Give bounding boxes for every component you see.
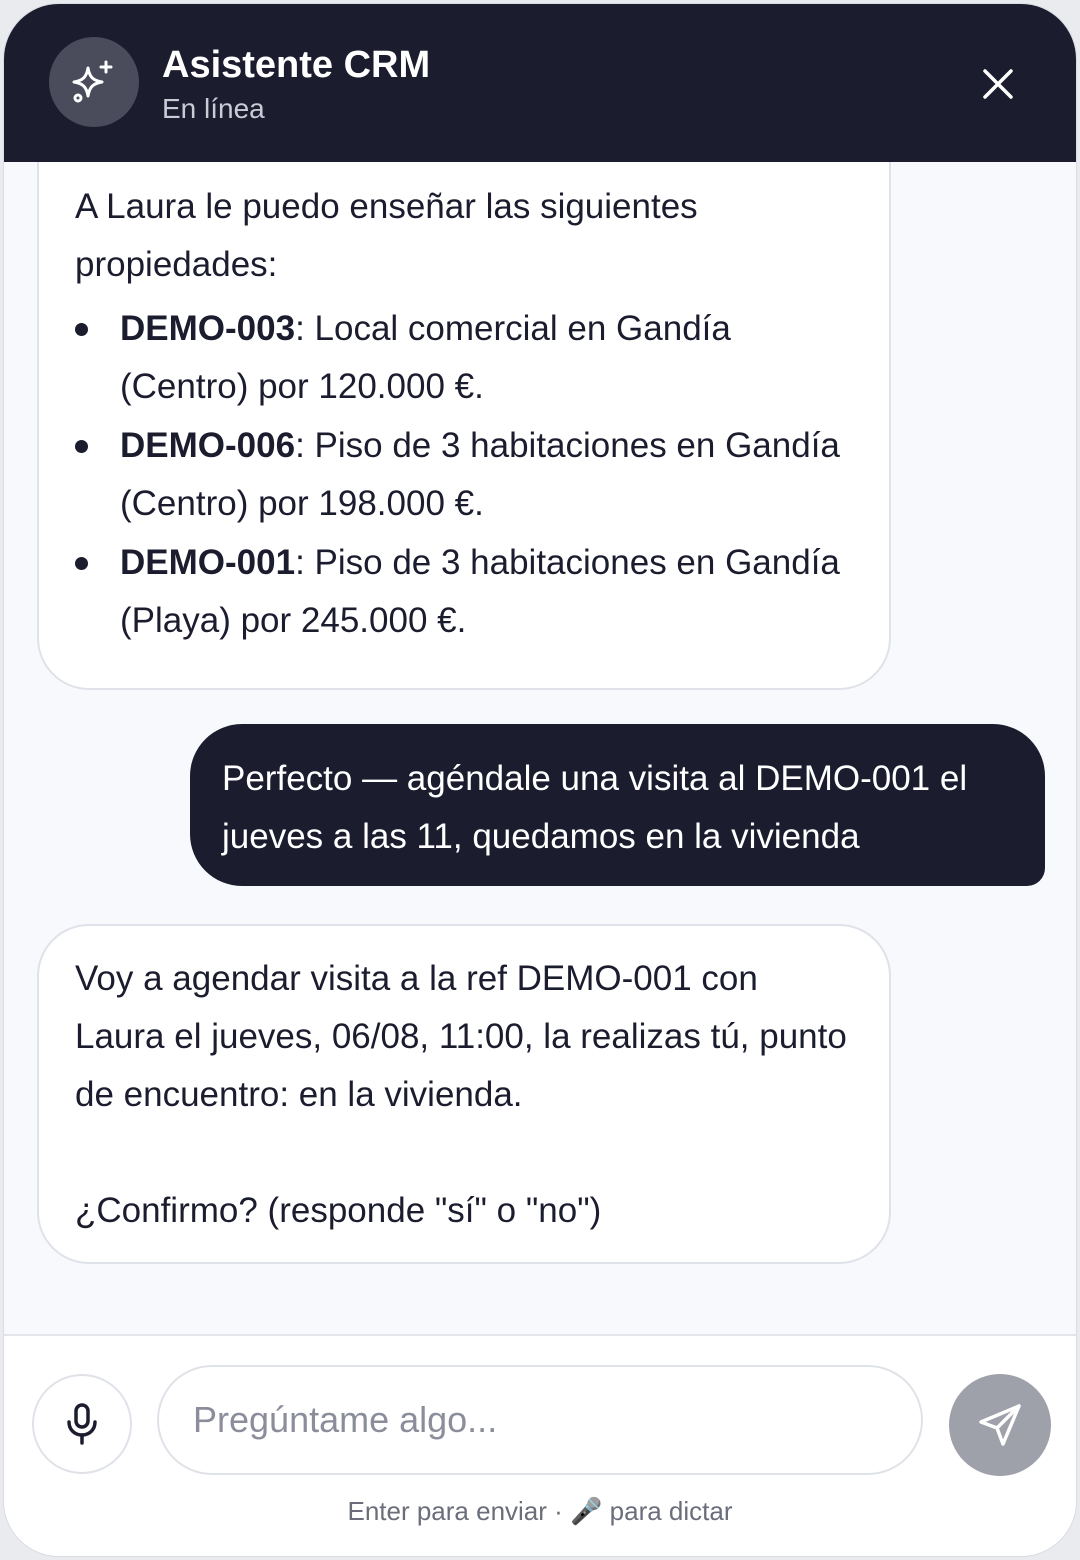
close-icon [983, 69, 1013, 99]
composer: Enter para enviar · 🎤 para dictar [4, 1334, 1076, 1556]
chat-title: Asistente CRM [162, 44, 431, 86]
property-ref: DEMO-003 [120, 309, 296, 348]
property-item: DEMO-006: Piso de 3 habitaciones en Gand… [75, 417, 853, 533]
message-text: Voy a agendar visita a la ref DEMO-001 c… [75, 959, 847, 1114]
property-list: DEMO-003: Local comercial en Gandía (Cen… [75, 300, 853, 650]
sparkles-icon [49, 37, 139, 127]
assistant-message: Voy a agendar visita a la ref DEMO-001 c… [37, 924, 891, 1264]
hint-suffix: para dictar [609, 1496, 733, 1526]
close-button[interactable] [970, 56, 1026, 112]
property-ref: DEMO-006 [120, 426, 296, 465]
message-input[interactable] [157, 1365, 923, 1475]
property-ref: DEMO-001 [120, 543, 296, 582]
message-text: Perfecto — agéndale una visita al DEMO-0… [222, 759, 968, 856]
property-item: DEMO-003: Local comercial en Gandía (Cen… [75, 300, 853, 416]
online-status: En línea [162, 93, 265, 124]
message-text: A Laura le puedo enseñar las siguientes … [75, 187, 698, 284]
input-hint: Enter para enviar · 🎤 para dictar [4, 1496, 1076, 1527]
microphone-emoji-icon: 🎤 [570, 1496, 603, 1526]
assistant-message: A Laura le puedo enseñar las siguientes … [37, 162, 891, 690]
microphone-button[interactable] [32, 1374, 132, 1474]
send-button[interactable] [949, 1374, 1051, 1476]
property-item: DEMO-001: Piso de 3 habitaciones en Gand… [75, 534, 853, 650]
microphone-icon [67, 1403, 97, 1445]
confirm-question: ¿Confirmo? (responde "sí" o "no") [75, 1191, 602, 1230]
chat-widget: Asistente CRM En línea A Laura le puedo … [3, 3, 1077, 1557]
hint-prefix: Enter para enviar · [347, 1496, 563, 1526]
send-icon [979, 1404, 1021, 1446]
chat-header: Asistente CRM En línea [4, 4, 1076, 162]
message-list[interactable]: A Laura le puedo enseñar las siguientes … [4, 162, 1076, 1334]
user-message: Perfecto — agéndale una visita al DEMO-0… [190, 724, 1045, 886]
